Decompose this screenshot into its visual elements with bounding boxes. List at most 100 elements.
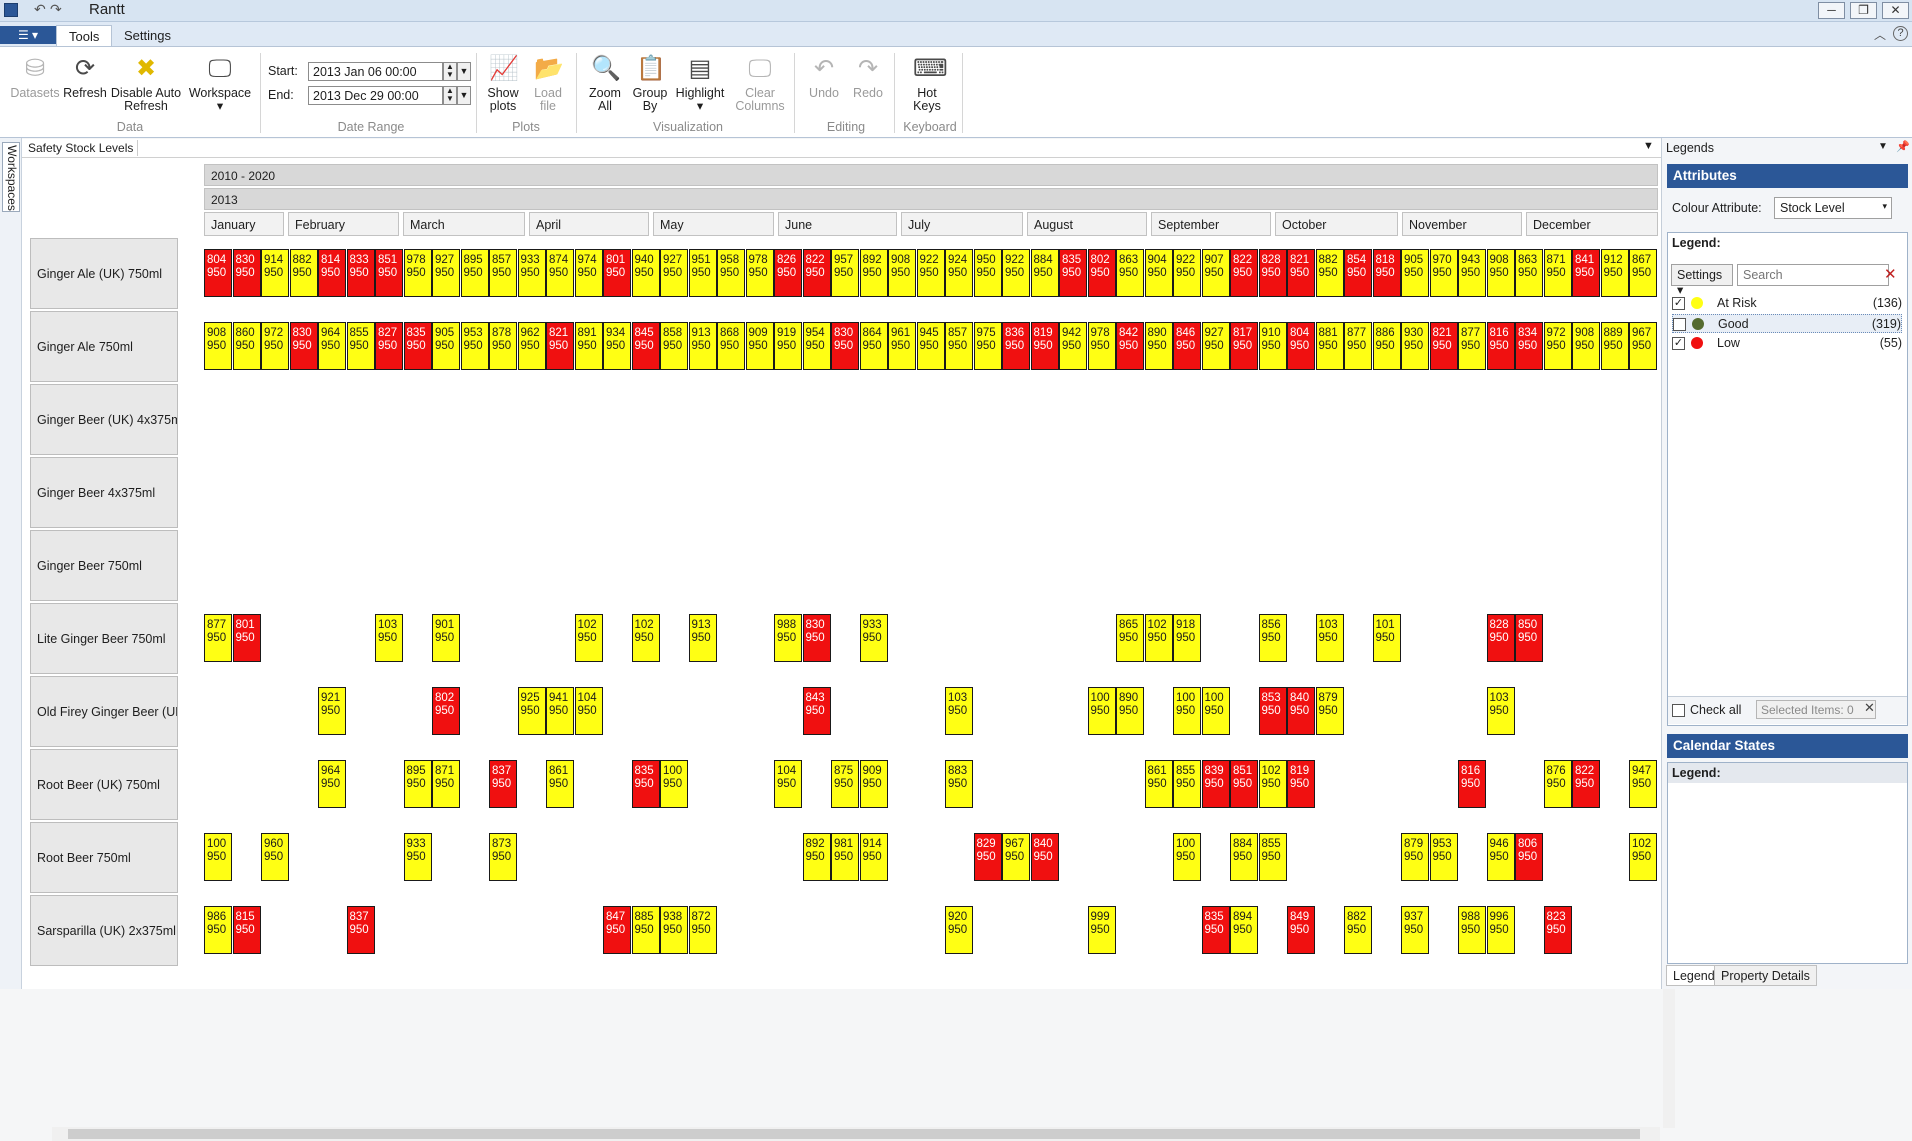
gantt-bar[interactable]: 940 950 [631,249,660,297]
gantt-bar[interactable]: 951 950 [688,249,717,297]
gantt-bar[interactable]: 835 950 [1059,249,1087,297]
gantt-bar[interactable]: 841 950 [1572,249,1600,297]
gantt-bar[interactable]: 833 950 [346,249,375,297]
gantt-bar[interactable]: 851 950 [1230,760,1258,808]
gantt-bar[interactable]: 867 950 [1629,249,1657,297]
undo-quick-icon[interactable]: ↶ [34,1,46,18]
gantt-bar[interactable]: 860 950 [232,322,261,370]
gantt-bar[interactable]: 830 950 [802,614,831,662]
gantt-bar[interactable]: 905 950 [1401,249,1429,297]
gantt-bar[interactable]: 875 950 [831,760,859,808]
check-all-label[interactable]: Check all [1690,703,1741,717]
gantt-bar[interactable]: 986 950 [204,906,232,954]
gantt-bar[interactable]: 816 950 [1458,760,1486,808]
legend-checkbox[interactable]: ✓ [1672,297,1685,310]
gantt-bar[interactable]: 978 950 [1087,322,1116,370]
gantt-bar[interactable]: 942 950 [1059,322,1087,370]
gantt-bar[interactable]: 908 950 [1572,322,1600,370]
gantt-bar[interactable]: 864 950 [859,322,888,370]
gantt-bar[interactable]: 828 950 [1486,614,1515,662]
gantt-bar[interactable]: 908 950 [204,322,232,370]
gantt-bar[interactable]: 908 950 [1486,249,1515,297]
row-header[interactable]: Ginger Beer (UK) 4x375ml [30,384,178,455]
gantt-bar[interactable]: 871 950 [1543,249,1572,297]
gantt-bar[interactable]: 953 950 [460,322,489,370]
redo-quick-icon[interactable]: ↷ [50,1,62,18]
gantt-bar[interactable]: 863 950 [1515,249,1543,297]
panel-menu-icon[interactable]: ▼ [1878,141,1888,152]
legend-item-at-risk[interactable]: ✓ At Risk (136) [1672,294,1902,313]
gantt-bar[interactable]: 836 950 [1002,322,1030,370]
gantt-bar[interactable]: 890 950 [1144,322,1173,370]
gantt-bar[interactable]: 850 950 [1515,614,1543,662]
end-spinner[interactable]: ▲ ▼ [443,86,457,105]
gantt-bar[interactable]: 978 950 [745,249,774,297]
gantt-bar[interactable]: 884 950 [1230,833,1258,881]
gantt-bar[interactable]: 921 950 [318,687,346,735]
settings-dropdown-button[interactable]: Settings ▾ [1671,264,1733,297]
scroll-thumb[interactable] [68,1129,1640,1139]
highlight-button[interactable]: ▤ Highlight ▾ [672,55,728,113]
gantt-bar[interactable]: 881 950 [1315,322,1344,370]
legend-search-input[interactable] [1737,264,1889,286]
gantt-bar[interactable]: 855 950 [1173,760,1201,808]
gantt-bar[interactable]: 828 950 [1258,249,1287,297]
gantt-bar[interactable]: 804 950 [204,249,232,297]
end-date-field[interactable]: 2013 Dec 29 00:00 [308,86,443,105]
gantt-bar[interactable]: 933 950 [859,614,888,662]
colour-attribute-select[interactable]: Stock Level ▾ [1774,197,1892,219]
gantt-bar[interactable]: 874 950 [546,249,574,297]
row-header[interactable]: Sarsparilla (UK) 2x375ml [30,895,178,966]
gantt-bar[interactable]: 918 950 [1173,614,1201,662]
gantt-bar[interactable]: 946 950 [1486,833,1515,881]
app-icon[interactable] [4,3,18,17]
gantt-bar[interactable]: 999 950 [1087,906,1116,954]
group-by-button[interactable]: 📋 Group By [630,55,670,113]
gantt-bar[interactable]: 100 950 [1087,687,1116,735]
datasets-button[interactable]: ⛁ Datasets [10,55,60,100]
tab-settings[interactable]: Settings [112,25,183,47]
gantt-bar[interactable]: 822 950 [1230,249,1258,297]
gantt-bar[interactable]: 846 950 [1173,322,1201,370]
collapse-ribbon-icon[interactable]: ︿ [1874,26,1886,43]
app-menu-button[interactable]: ☰ ▾ [0,26,56,44]
gantt-bar[interactable]: 847 950 [603,906,631,954]
gantt-bar[interactable]: 937 950 [1401,906,1429,954]
close-button[interactable]: ✕ [1882,2,1909,19]
gantt-bar[interactable]: 953 950 [1429,833,1458,881]
gantt-bar[interactable]: 100 950 [1173,687,1201,735]
gantt-bar[interactable]: 835 950 [631,760,660,808]
gantt-bar[interactable]: 885 950 [631,906,660,954]
gantt-bar[interactable]: 922 950 [1173,249,1201,297]
gantt-bar[interactable]: 861 950 [546,760,574,808]
gantt-bar[interactable]: 102 950 [1258,760,1287,808]
minimize-button[interactable]: ─ [1818,2,1845,19]
gantt-bar[interactable]: 892 950 [859,249,888,297]
gantt-bar[interactable]: 104 950 [574,687,603,735]
gantt-bar[interactable]: 830 950 [831,322,859,370]
gantt-bar[interactable]: 878 950 [489,322,517,370]
gantt-bar[interactable]: 100 950 [1201,687,1230,735]
gantt-bar[interactable]: 100 950 [1173,833,1201,881]
gantt-bar[interactable]: 884 950 [1030,249,1059,297]
undo-button[interactable]: ↶ Undo [802,55,846,100]
gantt-bar[interactable]: 843 950 [802,687,831,735]
gantt-bar[interactable]: 876 950 [1543,760,1572,808]
gantt-bar[interactable]: 863 950 [1116,249,1144,297]
gantt-bar[interactable]: 840 950 [1030,833,1059,881]
gantt-bar[interactable]: 103 950 [945,687,973,735]
gantt-bar[interactable]: 851 950 [375,249,403,297]
gantt-bar[interactable]: 933 950 [517,249,546,297]
maximize-button[interactable]: ❐ [1850,2,1877,19]
start-dropdown[interactable]: ▼ [457,62,471,81]
gantt-bar[interactable]: 974 950 [574,249,603,297]
gantt-bar[interactable]: 909 950 [745,322,774,370]
gantt-bar[interactable]: 882 950 [1315,249,1344,297]
row-header[interactable]: Root Beer 750ml [30,822,178,893]
gantt-bar[interactable]: 975 950 [973,322,1002,370]
horizontal-scrollbar[interactable] [52,1127,1660,1141]
row-header[interactable]: Ginger Ale (UK) 750ml [30,238,178,309]
gantt-bar[interactable]: 981 950 [831,833,859,881]
gantt-bar[interactable]: 894 950 [1230,906,1258,954]
gantt-bar[interactable]: 834 950 [1515,322,1543,370]
